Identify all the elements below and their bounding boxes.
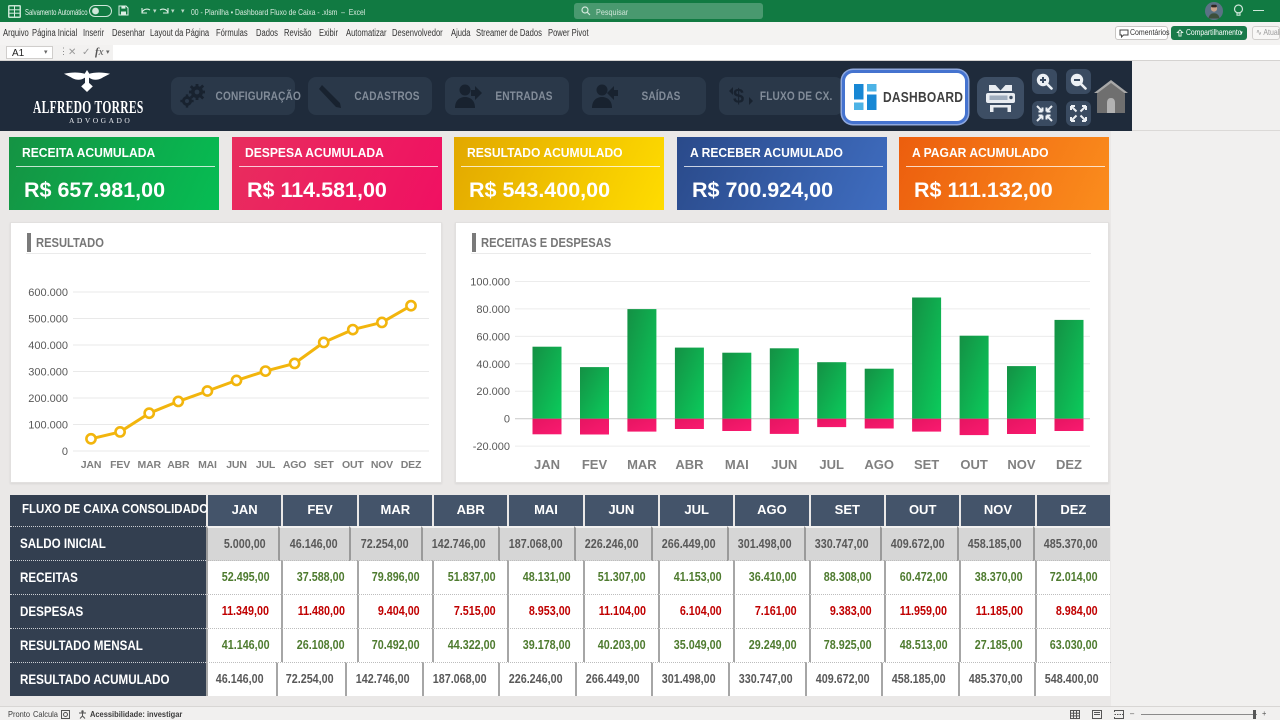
svg-text:OUT: OUT xyxy=(342,459,364,471)
svg-text:JUN: JUN xyxy=(771,457,797,472)
svg-text:AGO: AGO xyxy=(864,457,894,472)
svg-text:600.000: 600.000 xyxy=(28,287,68,299)
svg-text:JUL: JUL xyxy=(256,459,276,471)
svg-text:500.000: 500.000 xyxy=(28,314,68,326)
svg-text:JUN: JUN xyxy=(226,459,246,471)
svg-text:MAI: MAI xyxy=(198,459,217,471)
svg-text:JAN: JAN xyxy=(81,459,101,471)
svg-text:MAR: MAR xyxy=(627,457,657,472)
svg-text:OUT: OUT xyxy=(960,457,988,472)
svg-text:100.000: 100.000 xyxy=(28,420,68,432)
svg-text:300.000: 300.000 xyxy=(28,367,68,379)
svg-text:DEZ: DEZ xyxy=(401,459,422,471)
svg-text:ABR: ABR xyxy=(167,459,190,471)
svg-text:FEV: FEV xyxy=(110,459,130,471)
svg-text:0: 0 xyxy=(504,414,510,426)
svg-text:ABR: ABR xyxy=(675,457,704,472)
svg-text:NOV: NOV xyxy=(1007,457,1036,472)
svg-text:40.000: 40.000 xyxy=(476,359,510,371)
svg-text:JAN: JAN xyxy=(534,457,560,472)
svg-text:60.000: 60.000 xyxy=(476,331,510,343)
svg-text:-20.000: -20.000 xyxy=(473,441,510,453)
svg-text:0: 0 xyxy=(62,446,68,458)
svg-text:MAI: MAI xyxy=(725,457,749,472)
svg-text:SET: SET xyxy=(314,459,335,471)
svg-text:20.000: 20.000 xyxy=(476,386,510,398)
svg-text:80.000: 80.000 xyxy=(476,304,510,316)
svg-text:$: $ xyxy=(733,86,744,108)
svg-text:SET: SET xyxy=(914,457,939,472)
svg-text:NOV: NOV xyxy=(371,459,393,471)
svg-text:AGO: AGO xyxy=(283,459,306,471)
svg-text:FEV: FEV xyxy=(582,457,608,472)
svg-text:400.000: 400.000 xyxy=(28,340,68,352)
svg-text:DEZ: DEZ xyxy=(1056,457,1082,472)
svg-text:200.000: 200.000 xyxy=(28,393,68,405)
svg-text:100.000: 100.000 xyxy=(470,277,510,289)
svg-text:MAR: MAR xyxy=(138,459,162,471)
svg-text:JUL: JUL xyxy=(819,457,844,472)
